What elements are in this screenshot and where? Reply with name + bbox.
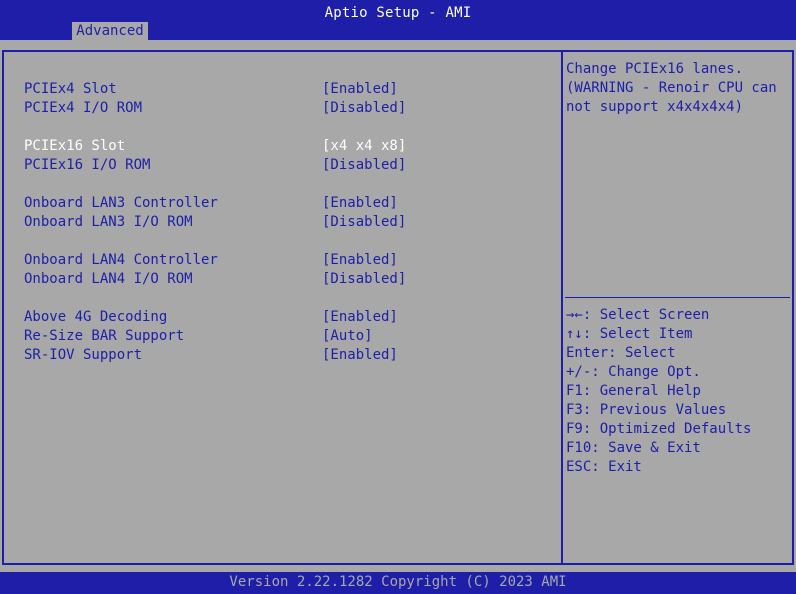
- version-text: Version 2.22.1282 Copyright (C) 2023 AMI: [229, 574, 567, 590]
- setting-resize-bar[interactable]: Re-Size BAR Support [Auto]: [24, 327, 373, 346]
- setting-above-4g-decoding[interactable]: Above 4G Decoding [Enabled]: [24, 308, 398, 327]
- setting-value[interactable]: [Disabled]: [322, 213, 406, 232]
- setting-label: Onboard LAN3 Controller: [24, 195, 218, 211]
- setting-value[interactable]: [Enabled]: [322, 346, 398, 365]
- setting-value[interactable]: [Enabled]: [322, 308, 398, 327]
- setting-pciex16-io-rom[interactable]: PCIEx16 I/O ROM [Disabled]: [24, 156, 406, 175]
- setting-pciex16-slot[interactable]: PCIEx16 Slot [x4 x4 x8]: [24, 137, 406, 156]
- setting-label: PCIEx16 I/O ROM: [24, 157, 151, 173]
- setting-label: Above 4G Decoding: [24, 309, 168, 325]
- setting-sr-iov[interactable]: SR-IOV Support [Enabled]: [24, 346, 398, 365]
- key-f10: F10: Save & Exit: [566, 440, 701, 456]
- setting-value[interactable]: [Enabled]: [322, 194, 398, 213]
- setting-value[interactable]: [x4 x4 x8]: [322, 137, 406, 156]
- key-legend: →←: Select Screen ↑↓: Select Item Enter:…: [566, 306, 790, 477]
- setting-lan4-controller[interactable]: Onboard LAN4 Controller [Enabled]: [24, 251, 398, 270]
- up-down-arrows-icon: ↑↓:: [566, 326, 592, 342]
- setting-value[interactable]: [Disabled]: [322, 99, 406, 118]
- setting-value[interactable]: [Disabled]: [322, 156, 406, 175]
- setting-label: SR-IOV Support: [24, 347, 143, 363]
- help-description: Change PCIEx16 lanes. (WARNING - Renoir …: [566, 61, 777, 115]
- setting-value[interactable]: [Enabled]: [322, 80, 398, 99]
- setting-value[interactable]: [Enabled]: [322, 251, 398, 270]
- setting-lan3-controller[interactable]: Onboard LAN3 Controller [Enabled]: [24, 194, 398, 213]
- setting-pciex4-slot[interactable]: PCIEx4 Slot [Enabled]: [24, 80, 398, 99]
- setting-lan3-io-rom[interactable]: Onboard LAN3 I/O ROM [Disabled]: [24, 213, 406, 232]
- key-select-item: ↑↓: Select Item: [566, 326, 693, 342]
- settings-panel: PCIEx4 Slot [Enabled] PCIEx4 I/O ROM [Di…: [2, 50, 563, 565]
- setting-label: PCIEx16 Slot: [24, 138, 126, 154]
- setting-label: PCIEx4 Slot: [24, 81, 117, 97]
- key-f3: F3: Previous Values: [566, 402, 727, 418]
- setting-label: Re-Size BAR Support: [24, 328, 185, 344]
- setting-label: PCIEx4 I/O ROM: [24, 100, 143, 116]
- key-change-opt: +/-: Change Opt.: [566, 364, 701, 380]
- setting-label: Onboard LAN3 I/O ROM: [24, 214, 193, 230]
- setting-value[interactable]: [Disabled]: [322, 270, 406, 289]
- setting-lan4-io-rom[interactable]: Onboard LAN4 I/O ROM [Disabled]: [24, 270, 406, 289]
- setting-label: Onboard LAN4 I/O ROM: [24, 271, 193, 287]
- setting-pciex4-io-rom[interactable]: PCIEx4 I/O ROM [Disabled]: [24, 99, 406, 118]
- app-title: Aptio Setup - AMI: [324, 5, 472, 21]
- title-bar: Aptio Setup - AMI Advanced: [0, 0, 796, 40]
- key-f9: F9: Optimized Defaults: [566, 421, 752, 437]
- footer-bar: Version 2.22.1282 Copyright (C) 2023 AMI: [0, 572, 796, 594]
- setting-value[interactable]: [Auto]: [322, 327, 373, 346]
- key-select-screen: →←: Select Screen: [566, 307, 710, 323]
- key-esc: ESC: Exit: [566, 459, 642, 475]
- help-panel: Change PCIEx16 lanes. (WARNING - Renoir …: [563, 50, 794, 565]
- left-right-arrows-icon: →←:: [566, 307, 592, 323]
- setting-label: Onboard LAN4 Controller: [24, 252, 218, 268]
- setup-frame: PCIEx4 Slot [Enabled] PCIEx4 I/O ROM [Di…: [0, 40, 796, 572]
- key-f1: F1: General Help: [566, 383, 701, 399]
- tab-advanced[interactable]: Advanced: [72, 22, 148, 40]
- key-enter: Enter: Select: [566, 345, 676, 361]
- help-separator: [565, 297, 790, 298]
